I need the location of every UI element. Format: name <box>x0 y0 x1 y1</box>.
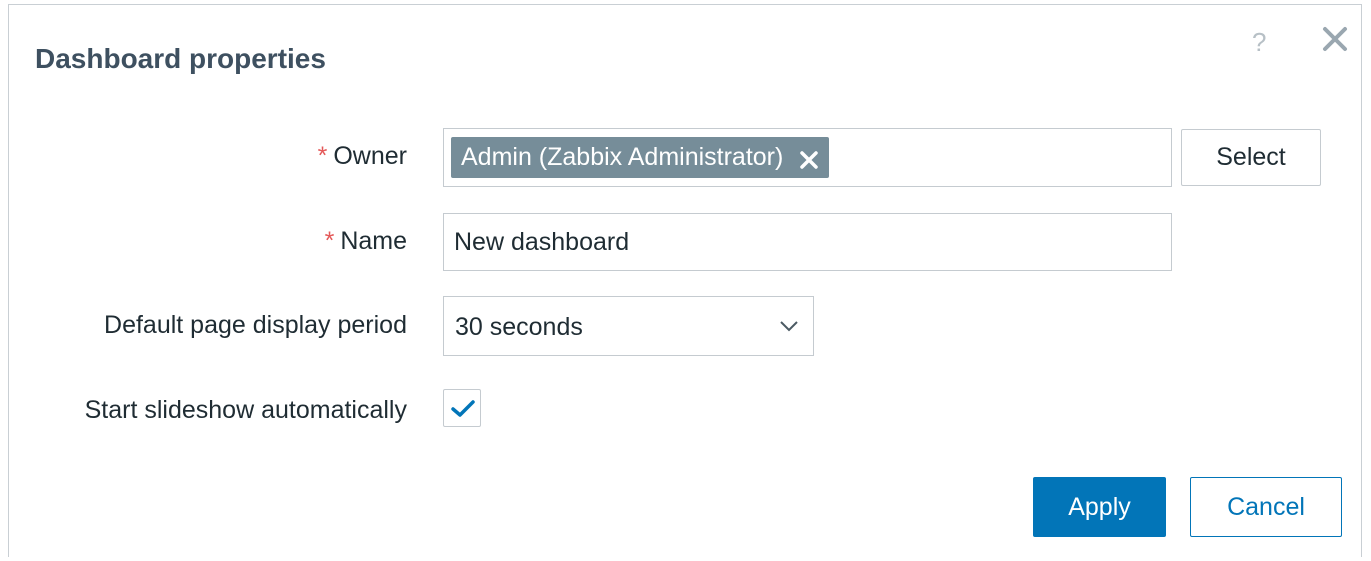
slideshow-label: Start slideshow automatically <box>84 396 407 424</box>
remove-tag-icon[interactable] <box>799 148 819 169</box>
dashboard-properties-dialog: Dashboard properties ? * Owner Admin (Zab… <box>8 4 1362 557</box>
name-input[interactable] <box>444 214 1171 270</box>
owner-tag-label: Admin (Zabbix Administrator) <box>461 143 784 171</box>
apply-button[interactable]: Apply <box>1033 477 1166 537</box>
owner-label: * Owner <box>318 142 407 171</box>
owner-multiselect[interactable]: Admin (Zabbix Administrator) <box>443 128 1172 187</box>
name-label: * Name <box>325 227 407 256</box>
dialog-title: Dashboard properties <box>35 43 326 74</box>
close-icon[interactable] <box>1321 25 1349 53</box>
required-mark: * <box>324 227 335 255</box>
select-owner-button[interactable]: Select <box>1181 129 1321 186</box>
slideshow-checkbox[interactable] <box>443 389 481 427</box>
name-label-text: Name <box>340 227 407 255</box>
owner-label-text: Owner <box>333 142 407 170</box>
period-select[interactable]: 30 seconds <box>443 296 814 356</box>
help-icon[interactable]: ? <box>1252 27 1266 58</box>
period-select-value: 30 seconds <box>455 313 583 341</box>
owner-tag: Admin (Zabbix Administrator) <box>451 137 830 178</box>
period-label: Default page display period <box>104 311 407 339</box>
cancel-button[interactable]: Cancel <box>1190 477 1342 537</box>
required-mark: * <box>317 142 328 170</box>
chevron-down-icon <box>779 319 799 333</box>
name-field-wrap <box>443 213 1172 271</box>
checkmark-icon <box>451 400 475 417</box>
